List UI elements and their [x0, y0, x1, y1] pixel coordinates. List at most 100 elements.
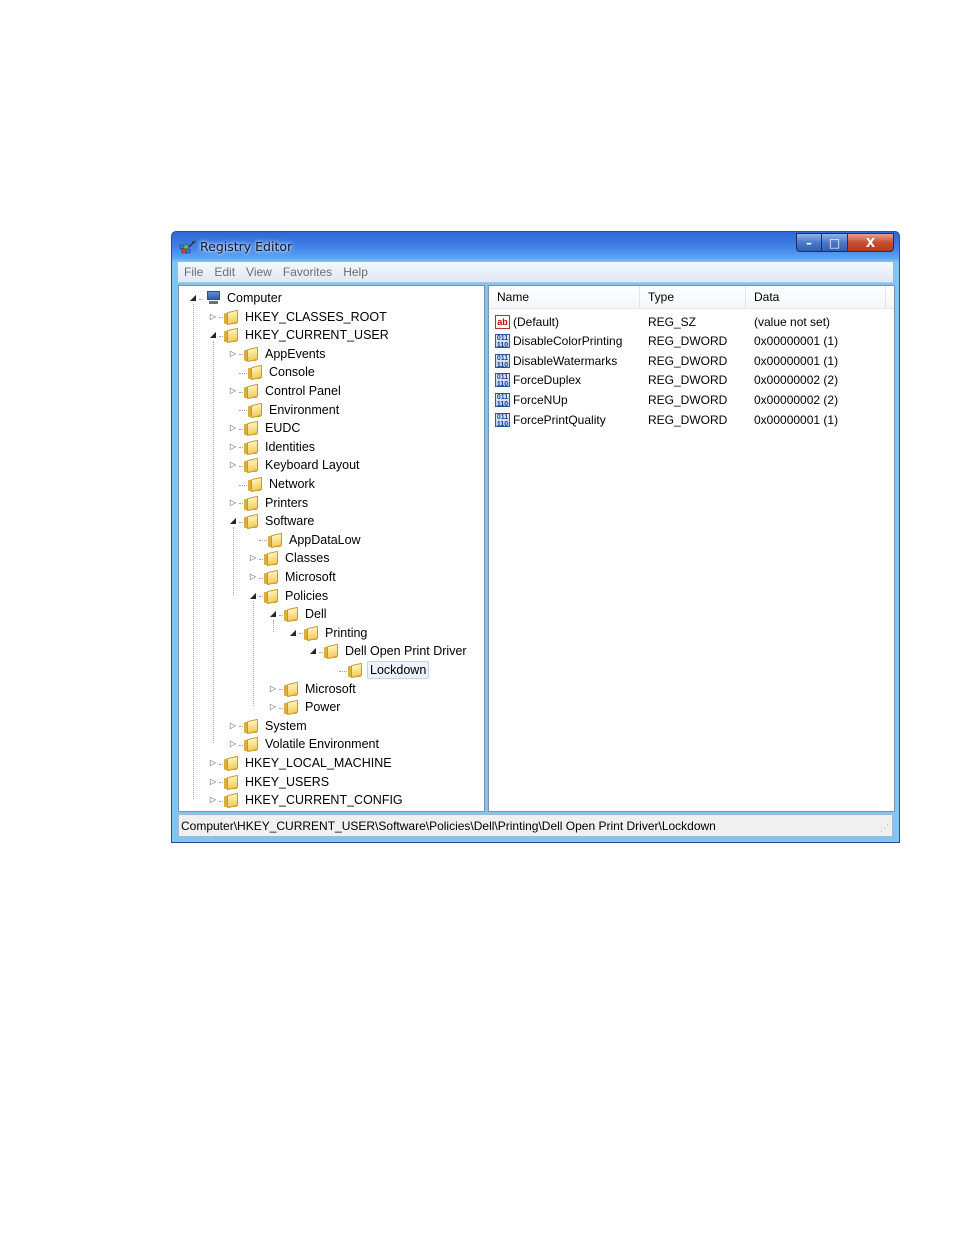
tree-node[interactable]: Console [227, 363, 317, 381]
tree-node[interactable]: ▷ AppEvents [227, 345, 327, 363]
expand-arrow-icon[interactable]: ▷ [207, 754, 219, 772]
collapse-arrow-icon[interactable]: ◢ [287, 624, 299, 642]
tree-node-label[interactable]: Lockdown [367, 661, 430, 679]
expand-arrow-icon[interactable]: ▷ [227, 494, 239, 512]
tree-node-label[interactable]: HKEY_CLASSES_ROOT [243, 310, 389, 324]
tree-node-label[interactable]: Dell [303, 607, 329, 621]
close-button[interactable]: X [848, 233, 894, 252]
tree-node[interactable]: Lockdown [327, 661, 430, 679]
tree-node[interactable]: ◢ Computer [187, 289, 284, 307]
tree-node-label[interactable]: HKEY_CURRENT_CONFIG [243, 793, 405, 807]
expand-arrow-icon[interactable]: ▷ [227, 382, 239, 400]
values-list-pane[interactable]: Name Type Data ab (Default) REG_SZ (value n… [488, 285, 895, 812]
tree-node[interactable]: ▷ EUDC [227, 419, 302, 437]
expand-arrow-icon[interactable]: ▷ [227, 345, 239, 363]
tree-node[interactable]: ◢ Dell Open Print Driver [307, 642, 469, 660]
menu-help[interactable]: Help [343, 265, 368, 279]
expand-arrow-icon[interactable]: ▷ [227, 717, 239, 735]
tree-node[interactable]: ◢ Software [227, 512, 316, 530]
tree-node-label[interactable]: Network [267, 477, 317, 491]
tree-node[interactable]: ▷ HKEY_CLASSES_ROOT [207, 308, 389, 326]
tree-node[interactable]: ▷ HKEY_LOCAL_MACHINE [207, 754, 394, 772]
tree-node-label[interactable]: HKEY_LOCAL_MACHINE [243, 756, 394, 770]
tree-node[interactable]: ▷ Power [267, 698, 342, 716]
tree-node[interactable]: ▷ Classes [247, 549, 331, 567]
resize-grip-icon[interactable]: ⋰ [880, 824, 890, 834]
registry-tree-pane[interactable]: ◢ Computer ▷ HKEY_CLASSES_ROOT ◢ HKEY_CURRENT… [178, 285, 485, 812]
tree-node-label[interactable]: Microsoft [303, 682, 358, 696]
tree-node-label[interactable]: EUDC [263, 421, 302, 435]
tree-node-label[interactable]: AppEvents [263, 347, 327, 361]
tree-node-label[interactable]: Policies [283, 589, 330, 603]
expand-arrow-icon[interactable]: ▷ [207, 791, 219, 809]
tree-node-label[interactable]: Computer [225, 291, 284, 305]
expand-arrow-icon[interactable]: ▷ [227, 735, 239, 753]
tree-node[interactable]: AppDataLow [247, 531, 363, 549]
value-row[interactable]: 011 110 ForceDuplex REG_DWORD 0x00000002 (2) [489, 371, 894, 390]
value-row[interactable]: 011 110 ForcePrintQuality REG_DWORD 0x000000… [489, 410, 894, 429]
folder-icon [268, 532, 284, 548]
tree-node-label[interactable]: Microsoft [283, 570, 338, 584]
value-row[interactable]: 011 110 DisableWatermarks REG_DWORD 0x000000… [489, 351, 894, 370]
title-bar[interactable]: Registry Editor – □ X [172, 232, 899, 262]
folder-icon [224, 793, 240, 809]
tree-node[interactable]: ▷ System [227, 717, 309, 735]
expand-arrow-icon[interactable]: ▷ [207, 308, 219, 326]
tree-node-label[interactable]: Keyboard Layout [263, 458, 362, 472]
expand-arrow-icon[interactable]: ▷ [227, 456, 239, 474]
tree-node[interactable]: ▷ Volatile Environment [227, 735, 381, 753]
maximize-button[interactable]: □ [822, 233, 848, 252]
value-type: REG_DWORD [648, 412, 728, 427]
tree-node[interactable]: ▷ HKEY_USERS [207, 773, 331, 791]
tree-node-label[interactable]: HKEY_USERS [243, 775, 331, 789]
column-header-name[interactable]: Name [489, 286, 640, 308]
tree-node-label[interactable]: Dell Open Print Driver [343, 644, 469, 658]
tree-node[interactable]: ▷ Control Panel [227, 382, 343, 400]
tree-node[interactable]: ▷ Microsoft [247, 568, 338, 586]
tree-node[interactable]: ◢ Policies [247, 587, 330, 605]
expand-arrow-icon[interactable]: ▷ [247, 549, 259, 567]
column-header-data[interactable]: Data [746, 286, 886, 308]
tree-node[interactable]: ▷ Printers [227, 494, 310, 512]
tree-node[interactable]: ◢ Dell [267, 605, 329, 623]
tree-node-label[interactable]: System [263, 719, 309, 733]
tree-node[interactable]: ▷ Identities [227, 438, 317, 456]
tree-node-label[interactable]: Printing [323, 626, 369, 640]
tree-node-label[interactable]: Printers [263, 496, 310, 510]
collapse-arrow-icon[interactable]: ◢ [307, 642, 319, 660]
tree-connector [299, 633, 303, 635]
minimize-button[interactable]: – [796, 233, 822, 252]
menu-file[interactable]: File [184, 265, 203, 279]
tree-node-label[interactable]: Identities [263, 440, 317, 454]
tree-node-label[interactable]: Power [303, 700, 342, 714]
tree-node-label[interactable]: Volatile Environment [263, 737, 381, 751]
value-row[interactable]: 011 110 ForceNUp REG_DWORD 0x00000002 (2) [489, 390, 894, 409]
tree-node[interactable]: ◢ HKEY_CURRENT_USER [207, 326, 391, 344]
expand-arrow-icon[interactable]: ▷ [247, 568, 259, 586]
expand-arrow-icon[interactable]: ▷ [227, 438, 239, 456]
tree-node-label[interactable]: HKEY_CURRENT_USER [243, 328, 391, 342]
tree-node-label[interactable]: Software [263, 514, 316, 528]
tree-node[interactable]: ▷ HKEY_CURRENT_CONFIG [207, 791, 405, 809]
tree-node-label[interactable]: Control Panel [263, 384, 343, 398]
folder-icon [264, 588, 280, 604]
tree-node[interactable]: Network [227, 475, 317, 493]
value-row[interactable]: ab (Default) REG_SZ (value not set) [489, 312, 894, 331]
tree-node[interactable]: ◢ Printing [287, 624, 369, 642]
expand-arrow-icon[interactable]: ▷ [267, 680, 279, 698]
menu-favorites[interactable]: Favorites [283, 265, 332, 279]
tree-node-label[interactable]: Console [267, 365, 317, 379]
tree-node-label[interactable]: Classes [283, 551, 331, 565]
tree-node[interactable]: ▷ Microsoft [267, 680, 358, 698]
column-header-type[interactable]: Type [640, 286, 746, 308]
tree-node[interactable]: Environment [227, 401, 341, 419]
tree-node[interactable]: ▷ Keyboard Layout [227, 456, 362, 474]
value-row[interactable]: 011 110 DisableColorPrinting REG_DWORD 0x000… [489, 332, 894, 351]
expand-arrow-icon[interactable]: ▷ [207, 773, 219, 791]
tree-node-label[interactable]: Environment [267, 403, 341, 417]
expand-arrow-icon[interactable]: ▷ [267, 698, 279, 716]
tree-node-label[interactable]: AppDataLow [287, 533, 363, 547]
menu-edit[interactable]: Edit [214, 265, 235, 279]
expand-arrow-icon[interactable]: ▷ [227, 419, 239, 437]
menu-view[interactable]: View [246, 265, 272, 279]
